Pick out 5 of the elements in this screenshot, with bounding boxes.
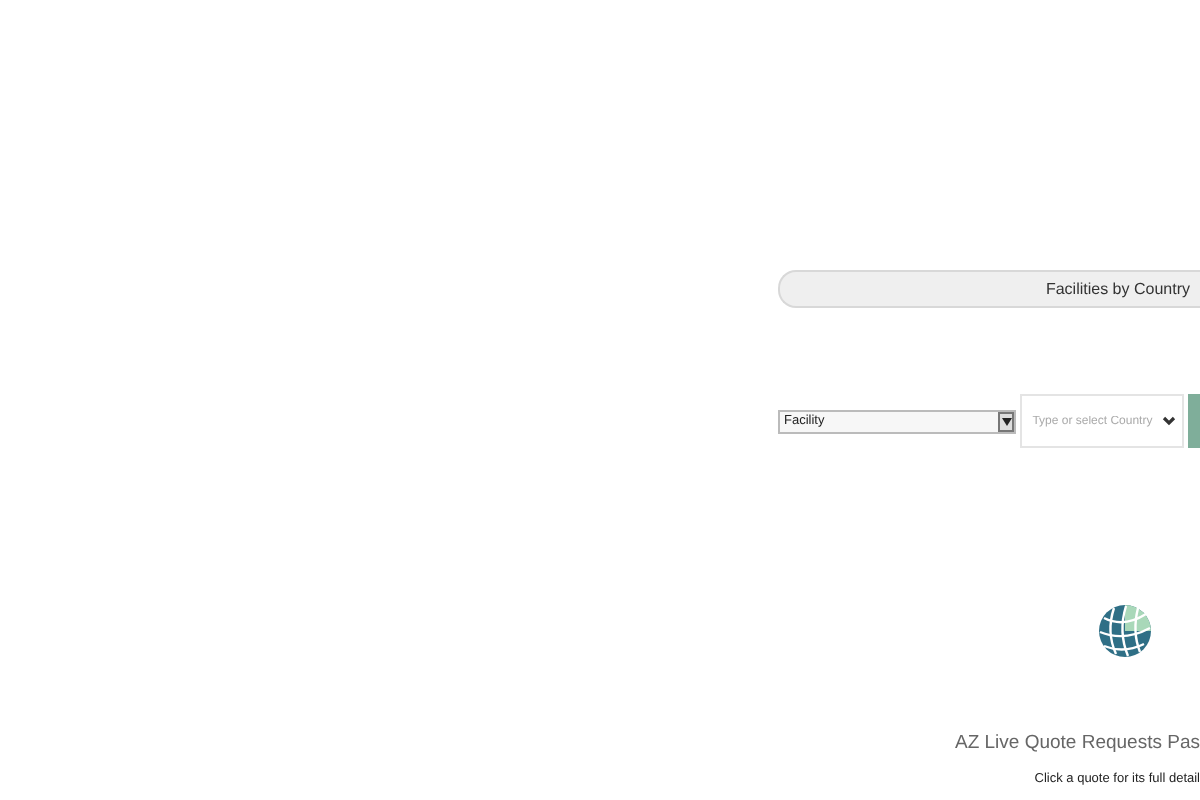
dropdown-arrow-icon[interactable] [998, 411, 1015, 431]
chevron-down-icon[interactable] [1162, 416, 1177, 426]
section-heading: AZ Live Quote Requests Pas [954, 732, 1200, 754]
globe-icon [1098, 604, 1152, 658]
section-title: Facilities by Country [1045, 280, 1190, 298]
